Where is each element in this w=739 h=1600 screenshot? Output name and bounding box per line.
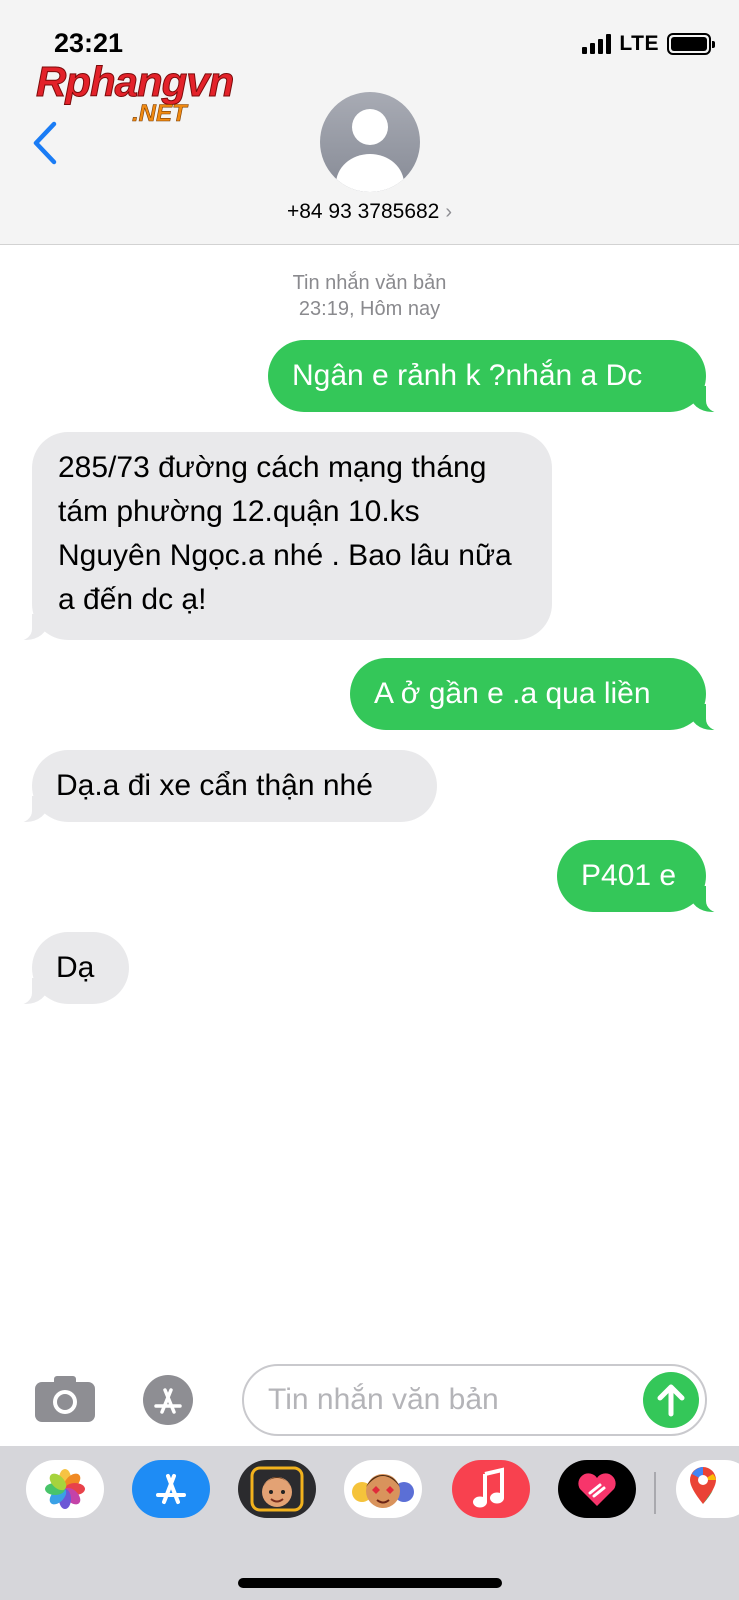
outgoing-message-bubble[interactable]: P401 e [557, 840, 728, 913]
incoming-message-bubble[interactable]: 285/73 đường cách mạng tháng tám phường … [10, 432, 552, 641]
chevron-right-icon: › [445, 201, 453, 223]
animoji-app-button[interactable] [344, 1460, 422, 1518]
message-input[interactable] [268, 1380, 628, 1420]
message-type-label: Tin nhắn văn bản [292, 272, 447, 294]
incoming-message-bubble[interactable]: Dạ.a đi xe cẩn thận nhé [10, 750, 437, 823]
back-button[interactable] [28, 118, 64, 168]
contact-details-button[interactable]: +84 93 3785682 › [0, 200, 739, 224]
app-drawer-divider [654, 1472, 656, 1514]
photos-app-button[interactable] [26, 1460, 104, 1518]
imessage-app-drawer [0, 1446, 739, 1600]
app-store-icon [156, 1474, 186, 1504]
watermark-logo: Rphangvn .NET [35, 58, 266, 128]
thread-timestamp: Tin nhắn văn bản 23:19, Hôm nay [0, 270, 739, 322]
watermark-logo-domain: .NET [132, 100, 187, 128]
outgoing-message-bubble[interactable]: A ở gần e .a qua liền [350, 658, 728, 731]
contact-phone-number: +84 93 3785682 [286, 200, 440, 223]
battery-icon [667, 33, 715, 55]
memoji-app-button[interactable] [238, 1460, 316, 1518]
photos-icon [45, 1469, 85, 1509]
camera-icon [35, 1376, 95, 1422]
arrow-up-icon [657, 1384, 685, 1417]
chevron-left-icon [33, 121, 57, 165]
status-time: 23:21 [54, 28, 124, 58]
send-button[interactable] [643, 1372, 699, 1428]
maps-app-button[interactable] [676, 1460, 739, 1518]
digital-touch-icon [578, 1473, 616, 1506]
maps-icon [690, 1467, 716, 1504]
conversation-header: 23:21 LTE Rphangvn .NET +84 93 3785682 › [0, 0, 739, 245]
home-indicator[interactable] [238, 1578, 502, 1588]
outgoing-message-bubble[interactable]: Ngân e rảnh k ?nhắn a Dc [268, 340, 728, 413]
message-input-field[interactable] [242, 1364, 707, 1436]
app-store-app-button[interactable] [132, 1460, 210, 1518]
app-store-button[interactable] [138, 1374, 208, 1426]
network-type: LTE [619, 32, 659, 55]
digital-touch-app-button[interactable] [558, 1460, 636, 1518]
contact-avatar[interactable] [320, 92, 420, 192]
music-icon [473, 1467, 504, 1508]
music-app-button[interactable] [452, 1460, 530, 1518]
watermark-logo-text: Rphangvn [35, 58, 234, 106]
cellular-signal-icon [582, 34, 612, 54]
app-store-icon [143, 1375, 193, 1425]
memoji-icon [250, 1466, 304, 1512]
message-time-label: 23:19, Hôm nay [298, 298, 441, 320]
camera-button[interactable] [34, 1374, 96, 1424]
animoji-icon [352, 1474, 414, 1508]
status-indicators: LTE [582, 32, 715, 56]
incoming-message-bubble[interactable]: Dạ [10, 932, 129, 1005]
